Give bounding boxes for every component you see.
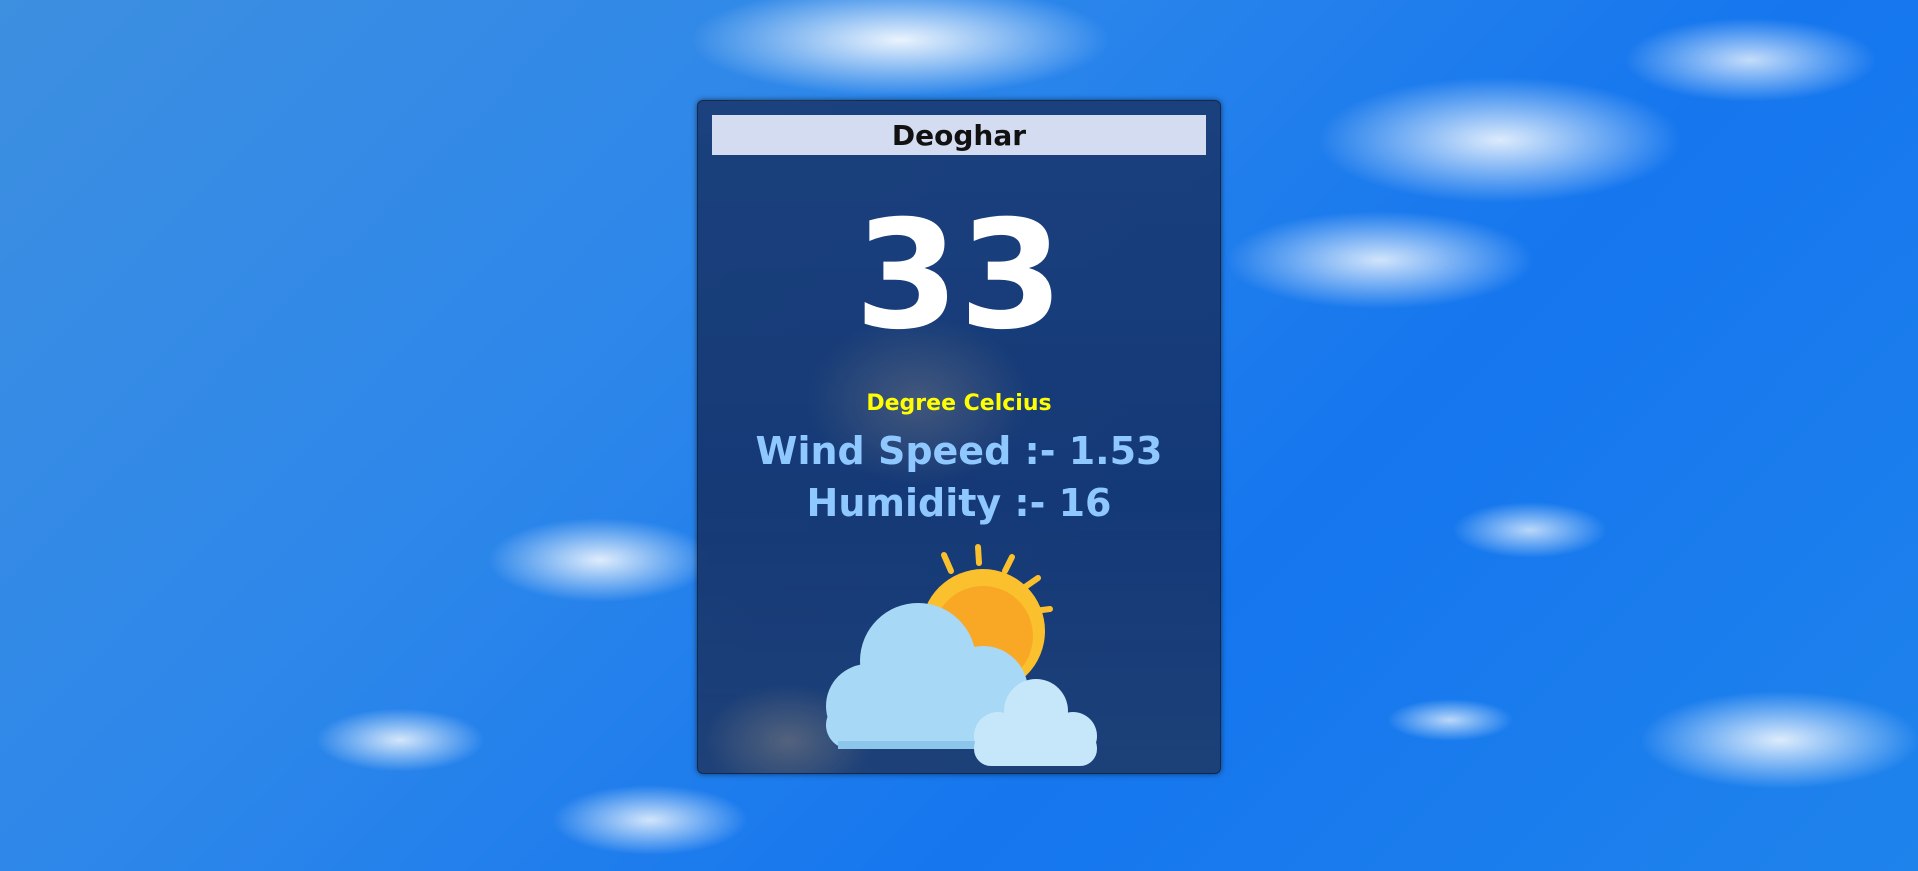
humidity: Humidity :- 16 <box>806 481 1112 525</box>
wind-speed: Wind Speed :- 1.53 <box>755 429 1163 473</box>
weather-card: Deoghar 33 Degree Celcius Wind Speed :- … <box>697 100 1221 774</box>
city-name: Deoghar <box>712 115 1206 155</box>
partly-cloudy-icon <box>798 541 1118 771</box>
temperature-unit-label: Degree Celcius <box>866 391 1052 416</box>
temperature-value: 33 <box>854 189 1064 363</box>
